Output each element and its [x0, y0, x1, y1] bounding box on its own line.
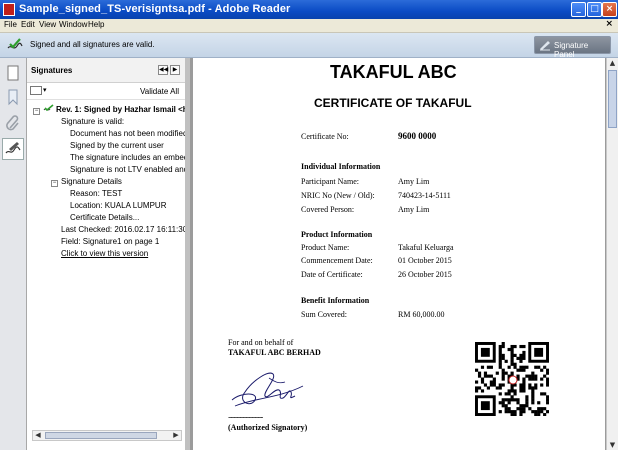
signatures-tab[interactable]	[2, 138, 24, 160]
collapse-icon[interactable]: −	[51, 180, 58, 187]
nric-value: 740423-14-5111	[398, 191, 451, 200]
menu-file[interactable]: File	[4, 20, 17, 29]
tree-item[interactable]: The signature includes an embedd	[70, 153, 193, 162]
product-name-label: Product Name:	[301, 243, 350, 252]
menu-window[interactable]: Window	[59, 20, 87, 29]
tree-item[interactable]: Certificate Details...	[70, 213, 139, 222]
certificate-no-label: Certificate No:	[301, 132, 349, 141]
berhad-text: TAKAFUL ABC BERHAD	[228, 348, 321, 357]
covered-person-label: Covered Person:	[301, 205, 355, 214]
tree-item[interactable]: Signature is not LTV enabled and	[70, 165, 188, 174]
date-of-certificate-label: Date of Certificate:	[301, 270, 363, 279]
certificate-title: CERTIFICATE OF TAKAFUL	[314, 96, 472, 110]
signature-pen-icon	[540, 41, 550, 51]
scroll-right-icon[interactable]: ▶	[171, 431, 181, 440]
window-title: Sample_signed_TS-verisigntsa.pdf - Adobe…	[19, 3, 291, 15]
certificate-no-value: 9600 0000	[398, 131, 437, 141]
signature-valid-icon	[43, 104, 54, 112]
menu-view[interactable]: View	[39, 20, 56, 29]
tree-item-label: Rev. 1: Signed by Hazhar Ismail <h	[56, 105, 188, 114]
scroll-up-icon[interactable]: ▲	[607, 58, 618, 68]
nric-label: NRIC No (New / Old):	[301, 191, 375, 200]
options-menu-icon[interactable]	[30, 86, 42, 95]
bookmarks-icon[interactable]	[4, 88, 22, 106]
signatures-panel: Signatures ◀◀ ▶ ▾ Validate All − Rev. 1: …	[27, 58, 193, 450]
view-version-link[interactable]: Click to view this version	[61, 249, 148, 258]
signatures-panel-title: Signatures	[31, 66, 73, 75]
signature-valid-icon	[7, 38, 23, 49]
adobe-reader-icon	[3, 3, 15, 16]
benefit-info-heading: Benefit Information	[301, 296, 370, 305]
authorized-signatory-label: (Authorized Signatory)	[228, 423, 308, 432]
covered-person-value: Amy Lim	[398, 205, 430, 214]
menu-help[interactable]: Help	[88, 20, 104, 29]
signatures-panel-header: Signatures ◀◀ ▶	[27, 58, 185, 83]
signature-status-text: Signed and all signatures are valid.	[30, 40, 155, 49]
navigation-pane	[0, 58, 27, 450]
scroll-left-icon[interactable]: ◀	[33, 431, 43, 440]
signatures-panel-toolbar: ▾ Validate All	[27, 83, 185, 100]
scroll-thumb[interactable]	[45, 432, 157, 439]
sum-covered-label: Sum Covered:	[301, 310, 347, 319]
individual-info-heading: Individual Information	[301, 162, 381, 171]
menu-edit[interactable]: Edit	[21, 20, 35, 29]
menu-bar: File Edit View Window Help ×	[0, 19, 618, 33]
participant-value: Amy Lim	[398, 177, 430, 186]
signature-message-bar: Signed and all signatures are valid. Sig…	[0, 33, 618, 59]
commencement-value: 01 October 2015	[398, 256, 452, 265]
pdf-page: TAKAFUL ABC CERTIFICATE OF TAKAFUL Certi…	[193, 58, 605, 450]
close-document-icon[interactable]: ×	[605, 19, 613, 29]
expand-panel-button[interactable]: ▶	[170, 65, 180, 75]
options-dropdown-arrow-icon[interactable]: ▾	[43, 86, 47, 94]
signatures-icon	[5, 142, 21, 154]
product-name-value: Takaful Keluarga	[398, 243, 454, 252]
tree-item[interactable]: Field: Signature1 on page 1	[61, 237, 159, 246]
scroll-down-icon[interactable]: ▼	[607, 440, 618, 450]
product-info-heading: Product Information	[301, 230, 373, 239]
participant-label: Participant Name:	[301, 177, 359, 186]
document-vertical-scrollbar[interactable]: ▲ ▼	[606, 58, 618, 450]
title-bar[interactable]: Sample_signed_TS-verisigntsa.pdf - Adobe…	[0, 0, 618, 19]
tree-item[interactable]: Signed by the current user	[70, 141, 164, 150]
page-thumbnails-icon[interactable]	[4, 64, 22, 82]
collapse-icon[interactable]: −	[33, 108, 40, 115]
attachments-icon[interactable]	[4, 114, 22, 132]
tree-item[interactable]: Document has not been modified	[70, 129, 187, 138]
signature-tree-revision[interactable]: − Rev. 1: Signed by Hazhar Ismail <h	[33, 104, 188, 115]
commencement-label: Commencement Date:	[301, 256, 373, 265]
tree-item[interactable]: Location: KUALA LUMPUR	[70, 201, 167, 210]
sum-covered-value: RM 60,000.00	[398, 310, 445, 319]
tree-item-signature-details[interactable]: − Signature Details	[51, 177, 122, 187]
company-heading: TAKAFUL ABC	[330, 62, 457, 82]
handwritten-signature	[231, 372, 304, 407]
date-of-certificate-value: 26 October 2015	[398, 270, 452, 279]
scroll-thumb[interactable]	[608, 70, 617, 128]
qr-code	[475, 342, 549, 416]
collapse-panel-button[interactable]: ◀◀	[158, 65, 168, 75]
tree-item[interactable]: Last Checked: 2016.02.17 16:11:30	[61, 225, 187, 234]
signature-panel-button[interactable]: Signature Panel	[534, 36, 611, 59]
document-view[interactable]: TAKAFUL ABC CERTIFICATE OF TAKAFUL Certi…	[190, 58, 606, 450]
tree-item[interactable]: Signature is valid:	[61, 117, 124, 126]
validate-all-button[interactable]: Validate All	[140, 87, 179, 96]
tree-item[interactable]: Reason: TEST	[70, 189, 122, 198]
on-behalf-text: For and on behalf of	[228, 338, 294, 347]
signature-panel-label: Signature Panel	[554, 41, 589, 59]
minimize-button[interactable]: _	[571, 2, 586, 17]
signature-line: ........................................…	[228, 412, 263, 420]
maximize-button[interactable]: □	[587, 2, 602, 17]
close-button[interactable]: ×	[602, 2, 617, 17]
tree-item-label: Signature Details	[61, 177, 122, 186]
panel-horizontal-scrollbar[interactable]: ◀ ▶	[32, 430, 182, 441]
